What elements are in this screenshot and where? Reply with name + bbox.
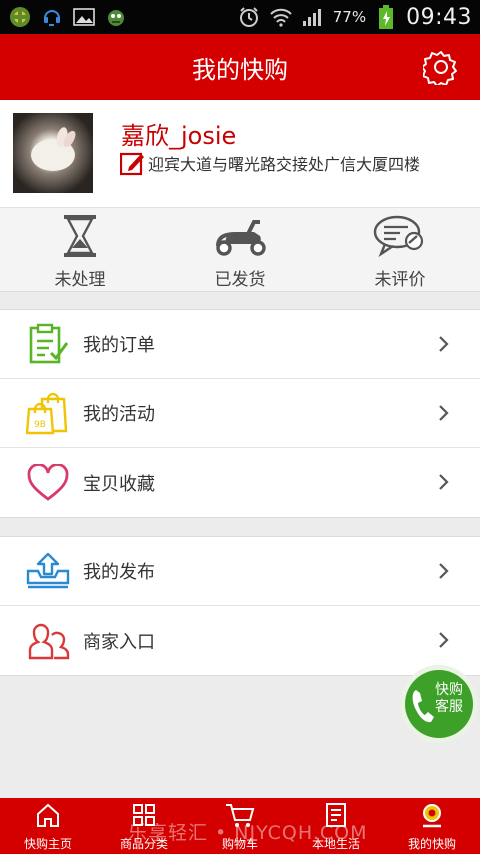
username: 嘉欣_josie: [121, 122, 237, 150]
nav-my-kuaigou[interactable]: 我的快购: [384, 798, 480, 854]
battery-charging-icon: [374, 5, 398, 29]
settings-gear-icon[interactable]: [422, 48, 460, 86]
customer-service-button[interactable]: 快购客服: [400, 665, 478, 743]
menu-item-my-orders[interactable]: 我的订单: [0, 310, 480, 379]
nav-label: 商品分类: [119, 837, 168, 851]
menu-item-favorites[interactable]: 宝贝收藏: [0, 448, 480, 517]
upload-tray-icon: [26, 549, 70, 593]
heart-icon: [26, 461, 70, 505]
nav-cart[interactable]: 购物车: [192, 798, 288, 854]
chevron-right-icon: [439, 632, 449, 648]
review-bubble-icon: [370, 213, 430, 259]
avatar[interactable]: [13, 113, 93, 193]
alarm-icon: [237, 6, 261, 28]
status-label: 未处理: [54, 270, 106, 290]
gallery-icon: [72, 6, 96, 28]
edit-address-icon[interactable]: [120, 150, 146, 176]
status-label: 未评价: [374, 270, 426, 290]
svg-text:9B: 9B: [34, 420, 46, 430]
menu-item-label: 我的订单: [83, 335, 155, 356]
menu-item-label: 商家入口: [83, 631, 155, 653]
customer-service-label: 快购客服: [435, 682, 463, 715]
game-character-icon: [104, 6, 128, 28]
status-label: 已发货: [214, 270, 266, 290]
address-row[interactable]: 迎宾大道与曙光路交接处广信大厦四楼: [120, 150, 420, 176]
app-header: 我的快购: [0, 34, 480, 100]
cart-icon: [225, 801, 255, 829]
chevron-right-icon: [439, 474, 449, 490]
status-unprocessed[interactable]: 未处理: [0, 208, 160, 291]
signal-icon: [301, 6, 325, 28]
chevron-right-icon: [439, 405, 449, 421]
local-life-icon: [321, 801, 351, 829]
home-icon: [33, 801, 63, 829]
status-unreviewed[interactable]: 未评价: [320, 208, 480, 291]
headset-icon: [40, 6, 64, 28]
hourglass-icon: [50, 213, 110, 259]
menu-group-publish: 我的发布 商家入口: [0, 536, 480, 676]
nav-label: 快购主页: [23, 837, 72, 851]
menu-item-label: 我的活动: [83, 404, 155, 425]
merchant-users-icon: [26, 619, 70, 663]
menu-item-merchant-entrance[interactable]: 商家入口: [0, 606, 480, 675]
menu-item-my-activities[interactable]: 9B 我的活动: [0, 379, 480, 448]
status-shipped[interactable]: 已发货: [160, 208, 320, 291]
bottom-navigation: 快购主页 商品分类 购物车 本地生活 我的快购: [0, 798, 480, 854]
grid-icon: [129, 801, 159, 829]
chevron-right-icon: [439, 563, 449, 579]
clock-time: 09:43: [406, 4, 472, 30]
nav-home[interactable]: 快购主页: [0, 798, 96, 854]
nav-label: 购物车: [221, 837, 258, 851]
nav-label: 本地生活: [311, 837, 360, 851]
order-status-strip: 未处理 已发货 未评价: [0, 208, 480, 292]
user-badge-icon: [417, 801, 447, 829]
menu-item-my-posts[interactable]: 我的发布: [0, 537, 480, 606]
address-text: 迎宾大道与曙光路交接处广信大厦四楼: [148, 155, 421, 174]
page-title: 我的快购: [192, 55, 288, 84]
clipboard-check-icon: [26, 322, 70, 366]
phone-icon: [412, 690, 434, 723]
nav-categories[interactable]: 商品分类: [96, 798, 192, 854]
game-app-icon: [8, 6, 32, 28]
battery-percentage: 77%: [332, 8, 367, 26]
menu-group-orders: 我的订单 9B 我的活动 宝贝收藏: [0, 309, 480, 518]
nav-label: 我的快购: [407, 837, 456, 851]
status-bar: 77% 09:43: [0, 0, 480, 34]
scooter-icon: [210, 213, 270, 259]
chevron-right-icon: [439, 336, 449, 352]
nav-local-life[interactable]: 本地生活: [288, 798, 384, 854]
wifi-icon: [269, 6, 293, 28]
menu-item-label: 宝贝收藏: [83, 473, 155, 495]
shopping-bags-icon: 9B: [26, 391, 70, 435]
menu-item-label: 我的发布: [83, 562, 155, 583]
